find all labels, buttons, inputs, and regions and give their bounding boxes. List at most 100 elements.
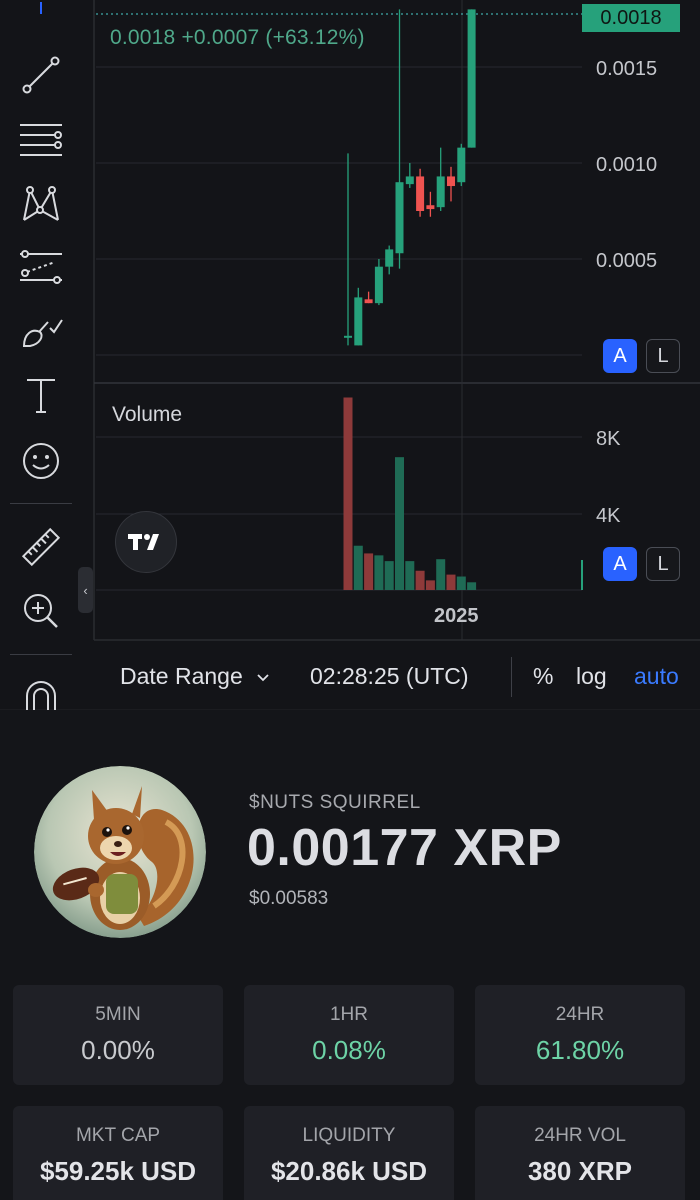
log-scale-toggle[interactable]: log [576,663,607,690]
crosshair-icon [40,2,42,14]
ruler-icon [21,527,61,567]
candle-body [374,266,383,304]
volume-tick-label: 4K [596,505,621,527]
toolbar-divider [10,654,72,655]
chart-bottom-bar: Date Range 02:28:25 (UTC) % log auto [95,655,700,703]
price-tick-label: 0.0015 [596,58,657,80]
volume-tick-label: 8K [596,428,621,450]
candle-body [436,176,445,208]
volume-bar [415,570,425,590]
volume-bar [364,553,374,590]
emoji-tool[interactable] [16,434,66,484]
price-log-scale-button[interactable]: L [646,339,680,373]
price-auto-scale-button[interactable]: A [603,339,637,373]
ruler-tool[interactable] [16,522,66,572]
candle [436,147,445,211]
chart-panel: 0.0015 0.0010 0.0005 8K 4K 0.0018 0.0018… [0,0,700,710]
forecast-icon [20,250,62,284]
percent-scale-toggle[interactable]: % [533,663,553,690]
candle [395,9,404,269]
stat-card-market-cap: MKT CAP $59.25k USD [13,1106,223,1200]
volume-bar [467,582,477,590]
volume-bar [425,580,435,590]
stat-value: 0.08% [312,1035,386,1065]
candle-body [447,176,455,187]
candle-body [364,299,373,304]
candle-body [354,297,363,346]
auto-scale-toggle[interactable]: auto [634,663,679,690]
stat-label: 5MIN [95,1004,141,1025]
chart-canvas[interactable]: 0.0015 0.0010 0.0005 8K 4K [0,0,700,710]
squirrel-avatar-image [34,766,206,938]
token-usd-price: $0.00583 [249,888,329,909]
utc-clock[interactable]: 02:28:25 (UTC) [310,663,469,690]
bottom-bar-divider [511,657,512,697]
stat-label: 1HR [329,1004,368,1025]
volume-bar [395,457,404,590]
stat-card-24hr-volume: 24HR VOL 380 XRP [475,1106,685,1200]
candle [426,191,435,217]
volume-bar [446,574,456,590]
candle-body [416,176,425,211]
crosshair-tool[interactable] [16,0,66,16]
stat-value: 0.00% [81,1035,155,1065]
volume-bar [384,561,394,590]
candle [385,245,394,275]
date-range-dropdown[interactable]: Date Range [120,663,271,690]
brush-tool[interactable] [16,306,66,356]
volume-bar [436,559,446,590]
stat-value: 61.80% [535,1035,625,1065]
token-avatar [34,766,206,938]
volume-bar [343,397,353,590]
zoom-in-icon [24,594,58,628]
stat-value: $20.86k USD [270,1156,428,1186]
stat-label: 24HR VOL [534,1125,626,1146]
candle-body [385,249,394,267]
chevron-left-icon: ‹ [83,582,88,598]
chevron-down-icon [257,674,269,682]
volume-bar [374,555,384,590]
volume-pane-title: Volume [112,403,183,426]
zoom-in-tool[interactable] [16,586,66,636]
volume-auto-scale-button[interactable]: A [603,547,637,581]
candle [354,287,363,346]
volume-log-scale-button[interactable]: L [646,547,680,581]
candlestick-series [344,9,476,346]
token-name: $NUTS SQUIRREL [249,792,421,813]
toolbar-collapse-handle[interactable]: ‹ [78,567,93,613]
token-info-panel: $NUTS SQUIRREL 0.00177 XRP $0.00583 5MIN… [0,710,700,1200]
fib-retracement-tool[interactable] [16,114,66,164]
volume-bar [405,561,415,590]
magnet-icon [26,681,56,710]
magnet-tool[interactable] [16,674,66,710]
candle-body [426,205,435,210]
pattern-tool[interactable] [16,178,66,228]
text-tool[interactable] [16,370,66,420]
last-price-tag-text: 0.0018 [600,6,662,29]
candle-body [467,9,476,148]
trend-line-tool[interactable] [16,50,66,100]
candle [447,166,455,202]
candle [364,291,373,304]
stat-card-liquidity: LIQUIDITY $20.86k USD [244,1106,454,1200]
stat-label: MKT CAP [75,1125,161,1146]
stat-card-24hr: 24HR 61.80% [475,985,685,1085]
tradingview-logo-icon [128,534,159,550]
candle-body [405,176,414,185]
candle-body [344,335,352,338]
stat-label: 24HR [555,1004,605,1025]
stat-label: LIQUIDITY [302,1125,396,1146]
xabcd-pattern-icon [23,186,59,221]
price-tick-label: 0.0005 [596,250,657,272]
stat-value: $59.25k USD [39,1156,197,1186]
tradingview-logo[interactable] [115,511,177,573]
last-price-tag: 0.0018 [582,4,680,32]
candle [416,168,425,217]
forecast-tool[interactable] [16,242,66,292]
candle-body [395,182,404,254]
stat-card-1hr: 1HR 0.08% [244,985,454,1085]
brush-icon [22,319,63,347]
stat-value: 380 XRP [527,1156,633,1186]
date-range-label: Date Range [120,663,243,689]
toolbar-divider [10,503,72,504]
